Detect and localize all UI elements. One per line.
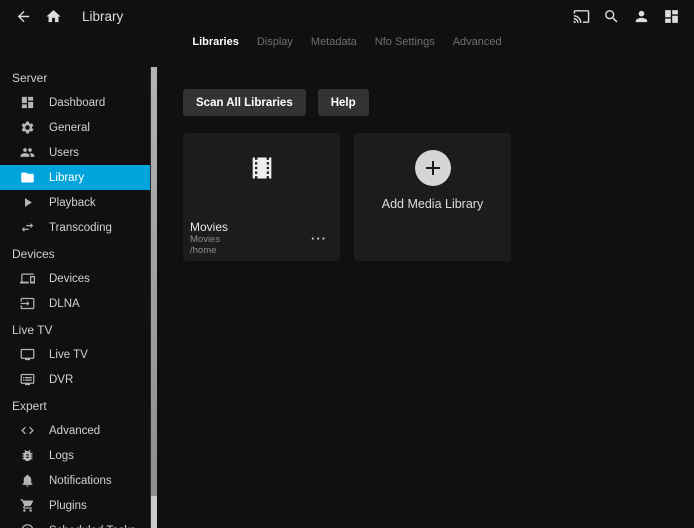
- sidebar-item-scheduled-tasks[interactable]: Scheduled Tasks: [0, 518, 150, 528]
- tab-display[interactable]: Display: [257, 36, 293, 48]
- card-menu-icon[interactable]: ···: [309, 232, 329, 246]
- top-bar: Library Libraries Display Metadata Nfo S…: [0, 0, 694, 52]
- play-icon: [20, 195, 35, 210]
- section-header-devices: Devices: [12, 246, 146, 262]
- tab-libraries[interactable]: Libraries: [192, 36, 238, 48]
- code-icon: [20, 423, 35, 438]
- sidebar-item-advanced[interactable]: Advanced: [0, 418, 150, 443]
- library-path: /home: [190, 245, 333, 256]
- sidebar-section-livetv: Live TV Live TV DVR: [0, 322, 158, 392]
- help-button[interactable]: Help: [318, 89, 369, 116]
- sidebar-item-live-tv[interactable]: Live TV: [0, 342, 150, 367]
- main-content: Scan All Libraries Help Movies Movies /h…: [158, 52, 694, 528]
- home-icon[interactable]: [38, 1, 68, 31]
- tab-strip: Libraries Display Metadata Nfo Settings …: [0, 32, 694, 52]
- sidebar-item-users[interactable]: Users: [0, 140, 150, 165]
- sidebar-item-logs[interactable]: Logs: [0, 443, 150, 468]
- search-icon[interactable]: [596, 1, 626, 31]
- transcode-icon: [20, 220, 35, 235]
- cast-icon[interactable]: [566, 1, 596, 31]
- tv-icon: [20, 347, 35, 362]
- user-icon[interactable]: [626, 1, 656, 31]
- dashboard-grid-icon: [20, 95, 35, 110]
- dvr-icon: [20, 372, 35, 387]
- scrollbar-thumb[interactable]: [151, 67, 157, 496]
- page-title: Library: [82, 9, 123, 24]
- tab-nfo-settings[interactable]: Nfo Settings: [375, 36, 435, 48]
- clock-icon: [20, 523, 35, 528]
- film-icon: [183, 154, 340, 182]
- devices-icon: [20, 271, 35, 286]
- add-media-library-card[interactable]: Add Media Library: [354, 133, 511, 261]
- sidebar-item-dlna[interactable]: DLNA: [0, 291, 150, 316]
- gear-icon: [20, 120, 35, 135]
- app-window: Library Libraries Display Metadata Nfo S…: [0, 0, 694, 528]
- dashboard-grid-icon[interactable]: [656, 1, 686, 31]
- library-card-movies[interactable]: Movies Movies /home ···: [183, 133, 340, 261]
- sidebar-item-dvr[interactable]: DVR: [0, 367, 150, 392]
- users-icon: [20, 145, 35, 160]
- cart-icon: [20, 498, 35, 513]
- sidebar-item-general[interactable]: General: [0, 115, 150, 140]
- sidebar-item-library[interactable]: Library: [0, 165, 150, 190]
- folder-icon: [20, 170, 35, 185]
- sidebar-scrollbar[interactable]: [150, 67, 157, 528]
- section-header-server: Server: [12, 70, 146, 86]
- sidebar-item-plugins[interactable]: Plugins: [0, 493, 150, 518]
- input-icon: [20, 296, 35, 311]
- tab-metadata[interactable]: Metadata: [311, 36, 357, 48]
- bell-icon: [20, 473, 35, 488]
- section-header-livetv: Live TV: [12, 322, 146, 338]
- card-footer: Movies Movies /home ···: [190, 220, 333, 256]
- sidebar-item-devices[interactable]: Devices: [0, 266, 150, 291]
- sidebar-item-notifications[interactable]: Notifications: [0, 468, 150, 493]
- plus-icon: [415, 150, 451, 186]
- sidebar-item-playback[interactable]: Playback: [0, 190, 150, 215]
- sidebar: Server Dashboard General Users Library P…: [0, 52, 158, 528]
- bug-icon: [20, 448, 35, 463]
- sidebar-section-server: Server Dashboard General Users Library P…: [0, 70, 158, 240]
- sidebar-section-expert: Expert Advanced Logs Notifications Plugi…: [0, 398, 158, 528]
- sidebar-item-dashboard[interactable]: Dashboard: [0, 90, 150, 115]
- sidebar-section-devices: Devices Devices DLNA: [0, 246, 158, 316]
- add-media-library-label: Add Media Library: [382, 197, 483, 211]
- sidebar-item-transcoding[interactable]: Transcoding: [0, 215, 150, 240]
- scan-all-libraries-button[interactable]: Scan All Libraries: [183, 89, 306, 116]
- back-icon[interactable]: [8, 1, 38, 31]
- section-header-expert: Expert: [12, 398, 146, 414]
- tab-advanced[interactable]: Advanced: [453, 36, 502, 48]
